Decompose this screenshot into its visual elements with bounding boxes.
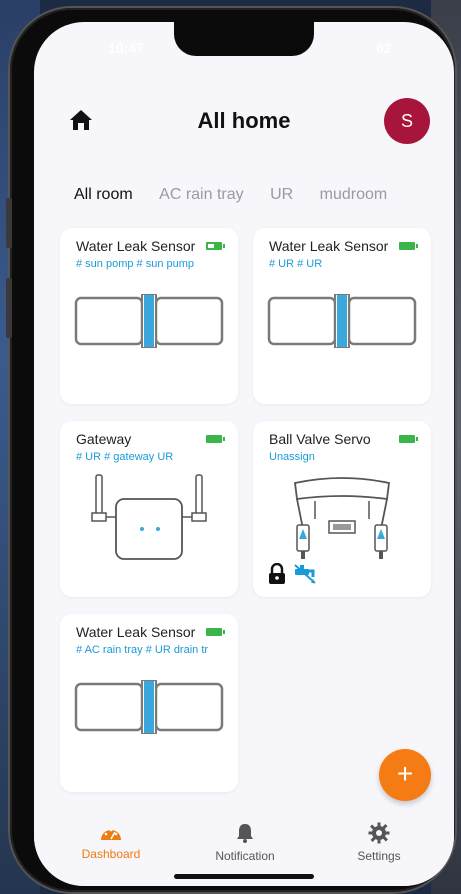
nav-label: Settings [357, 849, 401, 863]
room-tabs: All room AC rain tray UR mudroom [74, 186, 454, 216]
status-time: 10:47 [108, 40, 144, 56]
nav-label: Notification [215, 849, 275, 863]
volume-down-button [6, 278, 12, 338]
gear-icon [368, 822, 390, 844]
water-leak-sensor-icon [267, 294, 417, 348]
device-tags: # UR # UR [269, 258, 323, 270]
screen: 10:47 62 All home S All room AC rain tra… [34, 22, 454, 886]
phone-frame: 10:47 62 All home S All room AC rain tra… [6, 8, 455, 892]
device-title: Gateway [76, 431, 132, 447]
avatar[interactable]: S [384, 98, 430, 144]
device-title: Water Leak Sensor [76, 624, 196, 640]
device-card-water-leak-3[interactable]: Water Leak Sensor # AC rain tray # UR dr… [60, 614, 238, 792]
faucet-off-icon [294, 564, 316, 584]
tab-ac-rain-tray[interactable]: AC rain tray [159, 186, 243, 204]
device-tags: # AC rain tray # UR drain tr [76, 644, 209, 656]
device-card-water-leak-2[interactable]: Water Leak Sensor # UR # UR [253, 228, 431, 404]
notch [174, 22, 314, 56]
nav-notification[interactable]: Notification [190, 822, 300, 863]
battery-low-icon [206, 242, 225, 250]
status-battery: 62 [376, 40, 392, 56]
device-card-ball-valve-servo[interactable]: Ball Valve Servo Unassign [253, 421, 431, 597]
nav-settings[interactable]: Settings [324, 822, 434, 863]
bell-icon [237, 824, 253, 843]
tab-all-room[interactable]: All room [74, 186, 133, 204]
device-tags: # UR # gateway UR [76, 451, 174, 463]
nav-dashboard[interactable]: Dashboard [56, 822, 166, 861]
battery-full-icon [206, 628, 225, 636]
device-tags: Unassign [269, 451, 315, 463]
tab-mudroom[interactable]: mudroom [320, 186, 388, 204]
nav-label: Dashboard [81, 847, 141, 861]
device-card-gateway[interactable]: Gateway # UR # gateway UR [60, 421, 238, 597]
device-card-water-leak-1[interactable]: Water Leak Sensor # sun pomp # sun pump [60, 228, 238, 404]
gateway-icon [91, 474, 207, 560]
device-title: Water Leak Sensor [76, 238, 196, 254]
battery-full-icon [399, 435, 418, 443]
ball-valve-servo-icon [294, 477, 390, 559]
battery-full-icon [399, 242, 418, 250]
dashboard-icon [101, 828, 121, 840]
device-title: Ball Valve Servo [269, 431, 371, 447]
water-leak-sensor-icon [74, 680, 224, 734]
volume-up-button [6, 198, 12, 248]
home-indicator [174, 874, 314, 879]
lock-icon [269, 563, 285, 584]
device-tags: # sun pomp # sun pump [76, 258, 195, 270]
add-device-button[interactable]: + [379, 749, 431, 801]
device-title: Water Leak Sensor [269, 238, 389, 254]
battery-full-icon [206, 435, 225, 443]
water-leak-sensor-icon [74, 294, 224, 348]
tab-ur[interactable]: UR [270, 186, 293, 204]
